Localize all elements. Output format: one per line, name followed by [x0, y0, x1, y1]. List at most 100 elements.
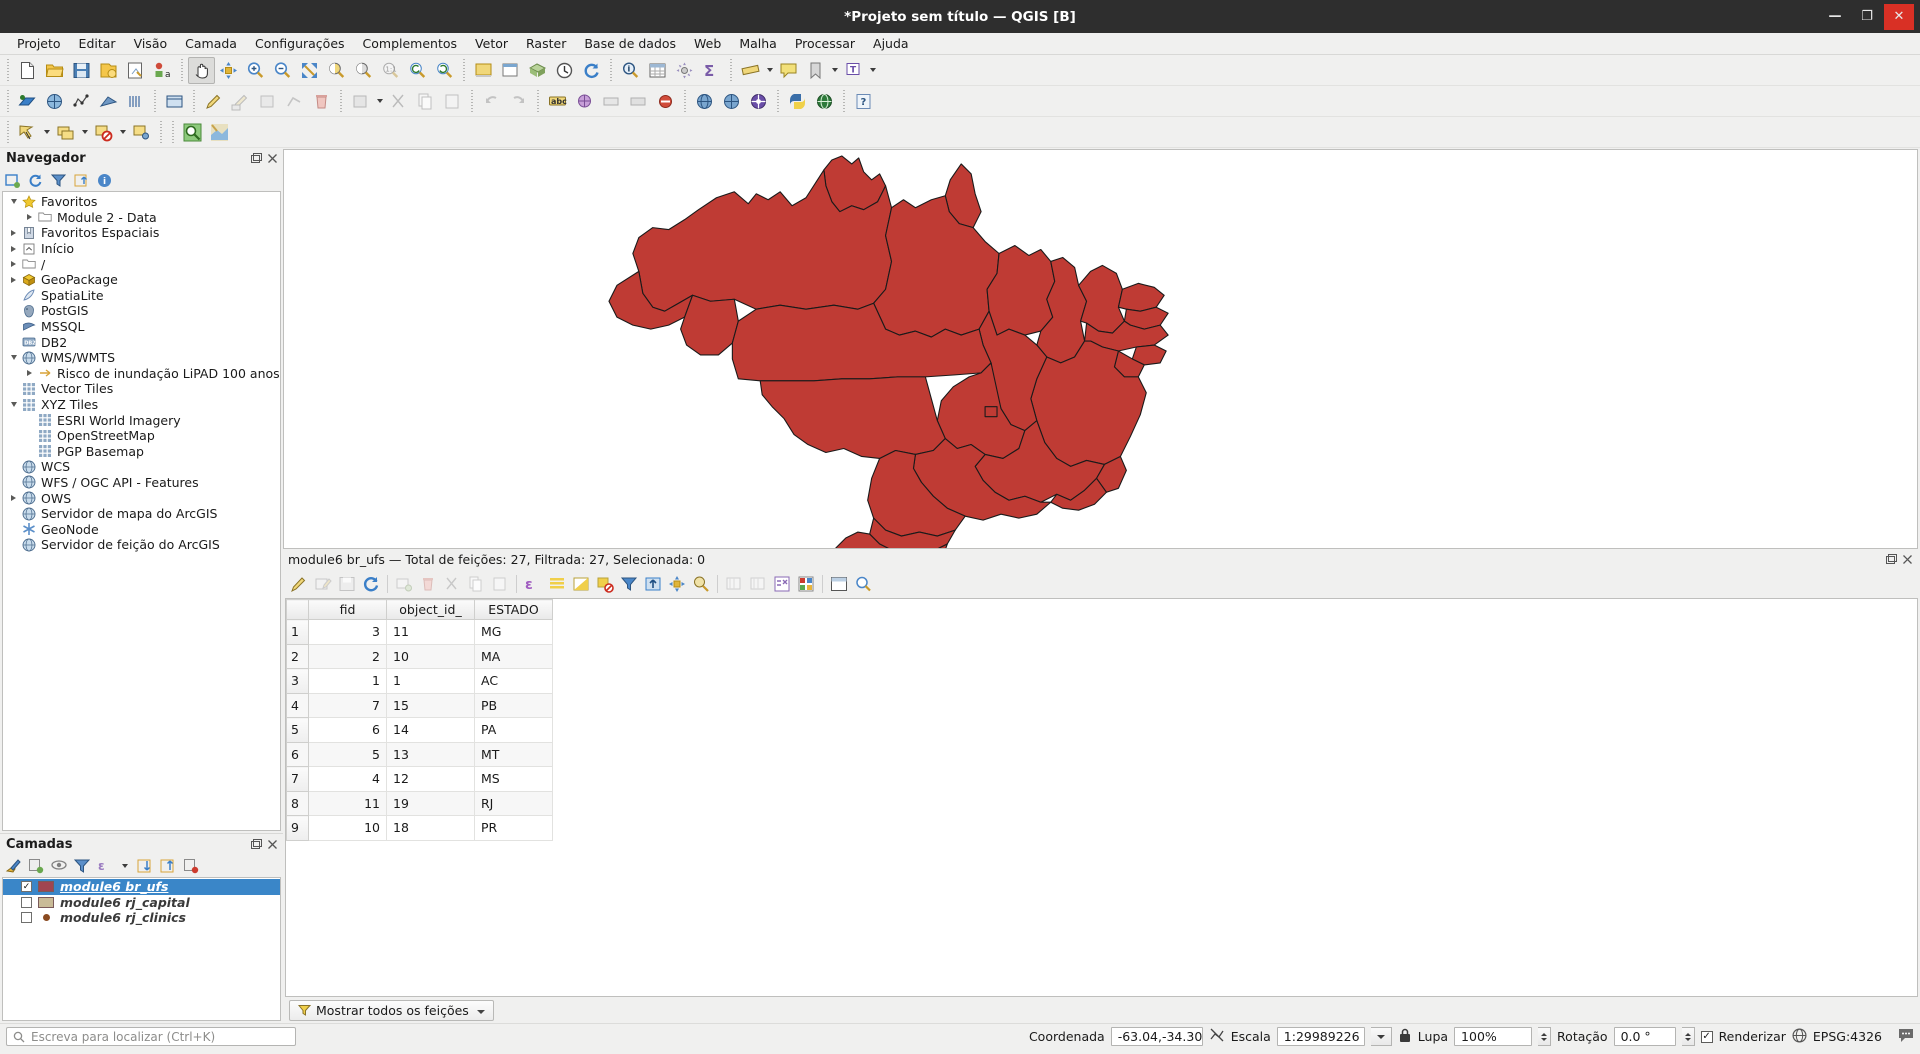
- column-header-fid[interactable]: fid: [308, 599, 387, 620]
- cell-fid[interactable]: 7: [308, 692, 387, 718]
- zoom-next-icon[interactable]: [431, 57, 458, 84]
- cell-object_id_[interactable]: 15: [386, 692, 475, 718]
- browser-tree-item[interactable]: XYZ Tiles: [3, 397, 280, 413]
- crs-label[interactable]: EPSG:4326: [1813, 1029, 1882, 1044]
- save-layer-edits-icon[interactable]: [227, 88, 254, 115]
- tree-expander-icon[interactable]: [7, 230, 20, 236]
- toolbar-grip-8[interactable]: [190, 90, 198, 112]
- browser-tree-item[interactable]: Servidor de mapa do ArcGIS: [3, 506, 280, 522]
- move-label-icon[interactable]: [625, 88, 652, 115]
- attribute-table-close-icon[interactable]: [1902, 553, 1915, 566]
- toolbar-grip-15[interactable]: [4, 121, 12, 143]
- crs-globe-icon[interactable]: [1792, 1027, 1807, 1046]
- open-project-icon[interactable]: [41, 57, 68, 84]
- tree-expander-icon[interactable]: [23, 214, 36, 220]
- table-row[interactable]: 8 11 19 RJ: [286, 790, 553, 816]
- cell-object_id_[interactable]: 12: [386, 766, 475, 792]
- info-icon[interactable]: i: [96, 172, 113, 189]
- vertex-tool-icon[interactable]: [281, 88, 308, 115]
- attribute-table-grid[interactable]: fid object_id_ ESTADO 1 3 11 MG 2 2 10 MA 3 1 1 AC 4 7 1…: [286, 599, 553, 841]
- browser-tree-item[interactable]: PGP Basemap: [3, 444, 280, 460]
- processing-toolbox-icon[interactable]: [691, 88, 718, 115]
- cell-fid[interactable]: 1: [308, 668, 387, 694]
- cell-ESTADO[interactable]: MT: [474, 741, 553, 767]
- cell-object_id_[interactable]: 11: [386, 619, 475, 645]
- reload-table-icon[interactable]: [359, 572, 383, 596]
- toggle-editing-icon[interactable]: [200, 88, 227, 115]
- menu-ajuda[interactable]: Ajuda: [864, 34, 918, 53]
- deselect-all-icon[interactable]: [593, 572, 617, 596]
- web-icon[interactable]: [811, 88, 838, 115]
- add-mesh-layer-icon[interactable]: [68, 88, 95, 115]
- zoom-full-icon[interactable]: [296, 57, 323, 84]
- invert-selection-icon[interactable]: [569, 572, 593, 596]
- deselect-features-icon[interactable]: [90, 119, 117, 146]
- coordinate-field[interactable]: -63.04,-34.30: [1110, 1027, 1203, 1046]
- locator-search-input[interactable]: Escreva para localizar (Ctrl+K): [6, 1027, 296, 1046]
- close-button[interactable]: ✕: [1884, 3, 1914, 30]
- add-spatialite-layer-icon[interactable]: [122, 88, 149, 115]
- column-header-object_id_[interactable]: object_id_: [386, 599, 475, 620]
- map-canvas[interactable]: [283, 149, 1918, 549]
- layer-item[interactable]: module6 rj_clinics: [3, 910, 280, 926]
- redo-icon[interactable]: [505, 88, 532, 115]
- menu-camada[interactable]: Camada: [176, 34, 246, 53]
- browser-tree-item[interactable]: DB2 DB2: [3, 334, 280, 350]
- table-row[interactable]: 2 2 10 MA: [286, 643, 553, 669]
- help-icon[interactable]: ?: [850, 88, 877, 115]
- zoom-in-icon[interactable]: [242, 57, 269, 84]
- column-header-ESTADO[interactable]: ESTADO: [474, 599, 553, 620]
- menu-malha[interactable]: Malha: [730, 34, 786, 53]
- filter-legend-icon[interactable]: [73, 858, 90, 875]
- remove-layer-icon[interactable]: [182, 858, 199, 875]
- browser-tree-item[interactable]: PostGIS: [3, 303, 280, 319]
- toolbar-grip-9[interactable]: [337, 90, 345, 112]
- delete-field-icon[interactable]: [746, 572, 770, 596]
- browser-tree-item[interactable]: OWS: [3, 490, 280, 506]
- toolbar-grip-5[interactable]: [727, 59, 735, 81]
- label-toolbar-icon[interactable]: abc: [544, 88, 571, 115]
- menu-vetor[interactable]: Vetor: [466, 34, 517, 53]
- toolbar-grip-7[interactable]: [151, 90, 159, 112]
- collapse-all-icon[interactable]: [159, 858, 176, 875]
- pin-labels-icon[interactable]: [571, 88, 598, 115]
- refresh-map-icon[interactable]: [470, 57, 497, 84]
- layer-item[interactable]: ✓ module6 br_ufs: [3, 879, 280, 895]
- cell-ESTADO[interactable]: AC: [474, 668, 553, 694]
- filter-features-icon[interactable]: [617, 572, 641, 596]
- table-row[interactable]: 7 4 12 MS: [286, 766, 553, 792]
- cell-ESTADO[interactable]: MS: [474, 766, 553, 792]
- browser-tree-item[interactable]: /: [3, 256, 280, 272]
- select-by-expression-icon[interactable]: ε: [521, 572, 545, 596]
- expression-filter-caret[interactable]: [119, 858, 130, 874]
- layer-visibility-checkbox[interactable]: [21, 912, 32, 924]
- style-manager-icon[interactable]: [4, 858, 21, 875]
- menu-configuracoes[interactable]: Configurações: [246, 34, 354, 53]
- toggle-editing-icon[interactable]: [287, 572, 311, 596]
- tree-expander-icon[interactable]: [7, 199, 20, 204]
- browser-tree-item[interactable]: Início: [3, 241, 280, 257]
- annotation-dropdown-caret[interactable]: [867, 57, 878, 84]
- statistical-summary-icon[interactable]: Σ: [698, 57, 725, 84]
- save-project-as-icon[interactable]: [95, 57, 122, 84]
- cell-fid[interactable]: 10: [308, 815, 387, 841]
- table-row[interactable]: 3 1 1 AC: [286, 668, 553, 694]
- add-vector-layer-icon[interactable]: [14, 88, 41, 115]
- expand-all-icon[interactable]: [136, 858, 153, 875]
- identify-features-icon[interactable]: i: [617, 57, 644, 84]
- cell-object_id_[interactable]: 14: [386, 717, 475, 743]
- rotate-label-icon[interactable]: [652, 88, 679, 115]
- layers-list[interactable]: ✓ module6 br_ufs module6 rj_capital module6…: [2, 877, 281, 1021]
- cell-ESTADO[interactable]: PR: [474, 815, 553, 841]
- tree-expander-icon[interactable]: [7, 261, 20, 267]
- browser-tree-item[interactable]: MSSQL: [3, 319, 280, 335]
- messages-icon[interactable]: [1898, 1028, 1914, 1046]
- menu-raster[interactable]: Raster: [517, 34, 575, 53]
- browser-tree-item[interactable]: WMS/WMTS: [3, 350, 280, 366]
- select-expr-caret[interactable]: [79, 119, 90, 146]
- cell-ESTADO[interactable]: MG: [474, 619, 553, 645]
- map-tips-icon[interactable]: [775, 57, 802, 84]
- browser-tree-item[interactable]: Vector Tiles: [3, 381, 280, 397]
- menu-visao[interactable]: Visão: [125, 34, 177, 53]
- show-all-features-button[interactable]: Mostrar todos os feições: [289, 999, 494, 1021]
